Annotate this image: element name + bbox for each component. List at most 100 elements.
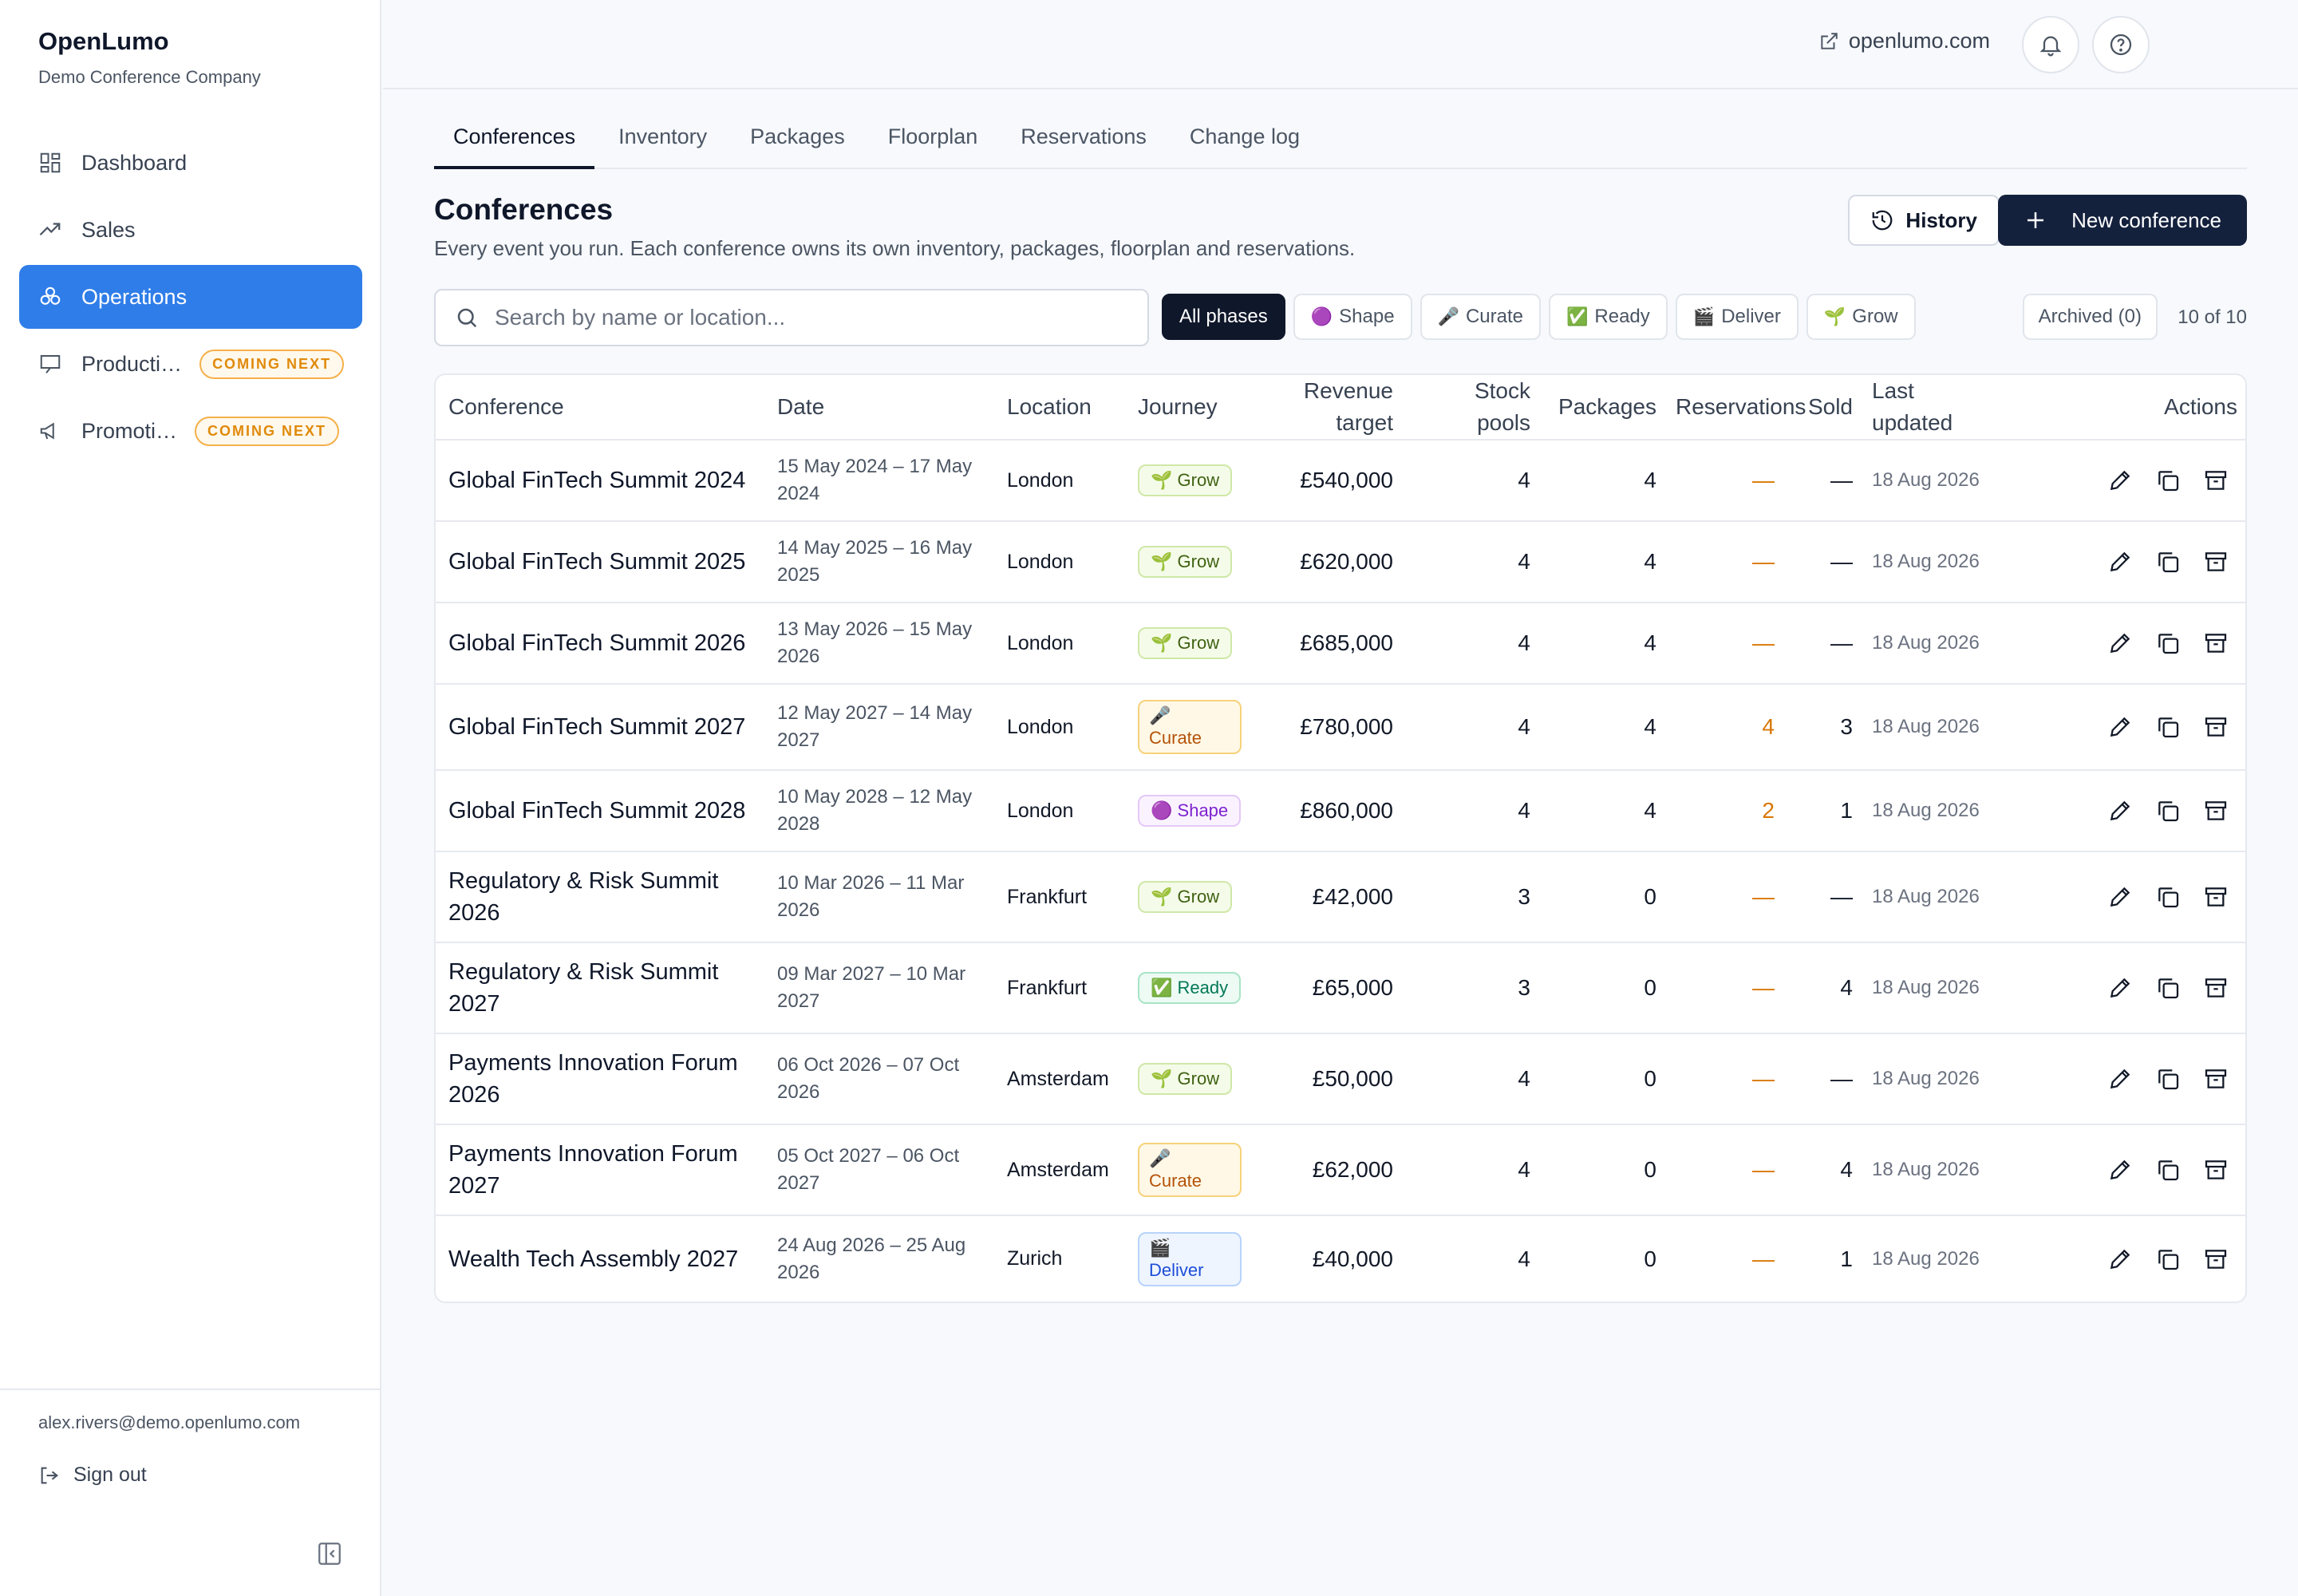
archive-icon[interactable] [2202,630,2229,657]
duplicate-icon[interactable] [2154,713,2182,741]
edit-icon[interactable] [2106,548,2134,575]
duplicate-icon[interactable] [2154,974,2182,1001]
sign-out-button[interactable]: Sign out [38,1464,147,1487]
header-packages[interactable]: Packages [1542,375,1668,440]
table-row[interactable]: Global FinTech Summit 2027 12 May 2027 – … [436,684,2245,771]
table-row[interactable]: Global FinTech Summit 2026 13 May 2026 – … [436,602,2245,685]
tab-packages[interactable]: Packages [731,89,864,169]
site-link[interactable]: openlumo.com [1818,29,1990,53]
phase-chip-label: Ready [1594,306,1650,327]
duplicate-icon[interactable] [2154,1065,2182,1092]
header-date[interactable]: Date [769,375,999,440]
tab-reservations[interactable]: Reservations [1001,89,1166,169]
help-button[interactable] [2092,16,2150,73]
coming-next-badge: COMING NEXT [199,349,345,379]
conference-name[interactable]: Payments Innovation Forum 2026 [436,1033,769,1125]
table-row[interactable]: Wealth Tech Assembly 2027 24 Aug 2026 – 2… [436,1215,2245,1302]
notifications-button[interactable] [2022,16,2079,73]
new-conference-button[interactable]: New conference [1998,195,2247,246]
header-stock-pools[interactable]: Stock pools [1408,375,1542,440]
conference-location: London [999,684,1130,771]
journey-cell: ✅ Ready [1130,942,1264,1034]
tab-floorplan[interactable]: Floorplan [869,89,997,169]
duplicate-icon[interactable] [2154,467,2182,494]
table-row[interactable]: Regulatory & Risk Summit 2026 10 Mar 2026… [436,851,2245,943]
collapse-sidebar-button[interactable] [316,1540,343,1567]
header-conference[interactable]: Conference [436,375,769,440]
duplicate-icon[interactable] [2154,1156,2182,1183]
edit-icon[interactable] [2106,713,2134,741]
duplicate-icon[interactable] [2154,630,2182,657]
archive-icon[interactable] [2202,974,2229,1001]
revenue-target: £685,000 [1264,602,1408,685]
conference-name[interactable]: Global FinTech Summit 2025 [436,521,769,603]
archive-icon[interactable] [2202,1246,2229,1273]
phase-label: Grow [1177,1069,1220,1088]
header-location[interactable]: Location [999,375,1130,440]
archive-icon[interactable] [2202,797,2229,824]
tab-conferences[interactable]: Conferences [434,89,595,169]
table-row[interactable]: Regulatory & Risk Summit 2027 09 Mar 2027… [436,942,2245,1034]
conference-name[interactable]: Regulatory & Risk Summit 2027 [436,942,769,1034]
help-icon [2110,34,2132,56]
tab-change-log[interactable]: Change log [1171,89,1319,169]
phase-chip-ready[interactable]: ✅ Ready [1549,294,1668,340]
edit-icon[interactable] [2106,1156,2134,1183]
header-journey[interactable]: Journey [1130,375,1264,440]
archive-icon[interactable] [2202,467,2229,494]
sidebar-item-dashboard[interactable]: Dashboard [19,131,362,195]
phase-chip-curate[interactable]: 🎤 Curate [1419,294,1541,340]
archive-icon[interactable] [2202,1065,2229,1092]
duplicate-icon[interactable] [2154,883,2182,911]
archive-icon[interactable] [2202,713,2229,741]
coming-next-badge: COMING NEXT [195,416,340,446]
conference-name[interactable]: Global FinTech Summit 2024 [436,440,769,522]
phase-label: Deliver [1149,1259,1204,1280]
phase-chip-grow[interactable]: 🌱 Grow [1806,294,1916,340]
conference-name[interactable]: Wealth Tech Assembly 2027 [436,1215,769,1302]
phase-chip-all-phases[interactable]: All phases [1162,294,1285,340]
table-row[interactable]: Payments Innovation Forum 2027 05 Oct 202… [436,1124,2245,1216]
archived-filter-button[interactable]: Archived (0) [2022,294,2158,340]
duplicate-icon[interactable] [2154,1246,2182,1273]
header-reservations[interactable]: Reservations [1668,375,1806,440]
phase-emoji-icon: 🌱 [1151,470,1173,490]
edit-icon[interactable] [2106,1065,2134,1092]
sidebar-item-production[interactable]: Producti… COMING NEXT [19,332,362,396]
search-input[interactable] [495,305,1133,330]
table-row[interactable]: Global FinTech Summit 2025 14 May 2025 – … [436,521,2245,603]
edit-icon[interactable] [2106,974,2134,1001]
duplicate-icon[interactable] [2154,548,2182,575]
duplicate-icon[interactable] [2154,797,2182,824]
sidebar-item-sales[interactable]: Sales [19,198,362,262]
search-icon [457,308,477,328]
table-row[interactable]: Payments Innovation Forum 2026 06 Oct 202… [436,1033,2245,1125]
archive-icon[interactable] [2202,1156,2229,1183]
edit-icon[interactable] [2106,797,2134,824]
archive-icon[interactable] [2202,883,2229,911]
sidebar-item-operations[interactable]: Operations [19,265,362,329]
phase-chip-deliver[interactable]: 🎬 Deliver [1675,294,1799,340]
phase-label: Grow [1177,551,1220,571]
phase-chip-shape[interactable]: 🟣 Shape [1293,294,1412,340]
tab-inventory[interactable]: Inventory [599,89,726,169]
row-actions [2004,770,2245,852]
conference-name[interactable]: Regulatory & Risk Summit 2026 [436,851,769,943]
conference-name[interactable]: Global FinTech Summit 2026 [436,602,769,685]
edit-icon[interactable] [2106,630,2134,657]
header-last-updated[interactable]: Last updated [1864,375,2004,440]
conference-name[interactable]: Payments Innovation Forum 2027 [436,1124,769,1216]
edit-icon[interactable] [2106,883,2134,911]
edit-icon[interactable] [2106,1246,2134,1273]
edit-icon[interactable] [2106,467,2134,494]
header-revenue-target[interactable]: Revenue target [1264,375,1408,440]
company-name: Demo Conference Company [38,67,261,87]
conference-name[interactable]: Global FinTech Summit 2027 [436,684,769,771]
table-row[interactable]: Global FinTech Summit 2024 15 May 2024 – … [436,440,2245,522]
history-button[interactable]: History [1848,195,2000,246]
sidebar-item-promotion[interactable]: Promoti… COMING NEXT [19,399,362,463]
table-row[interactable]: Global FinTech Summit 2028 10 May 2028 – … [436,770,2245,852]
archive-icon[interactable] [2202,548,2229,575]
conference-name[interactable]: Global FinTech Summit 2028 [436,770,769,852]
reservations-count: — [1668,521,1786,603]
